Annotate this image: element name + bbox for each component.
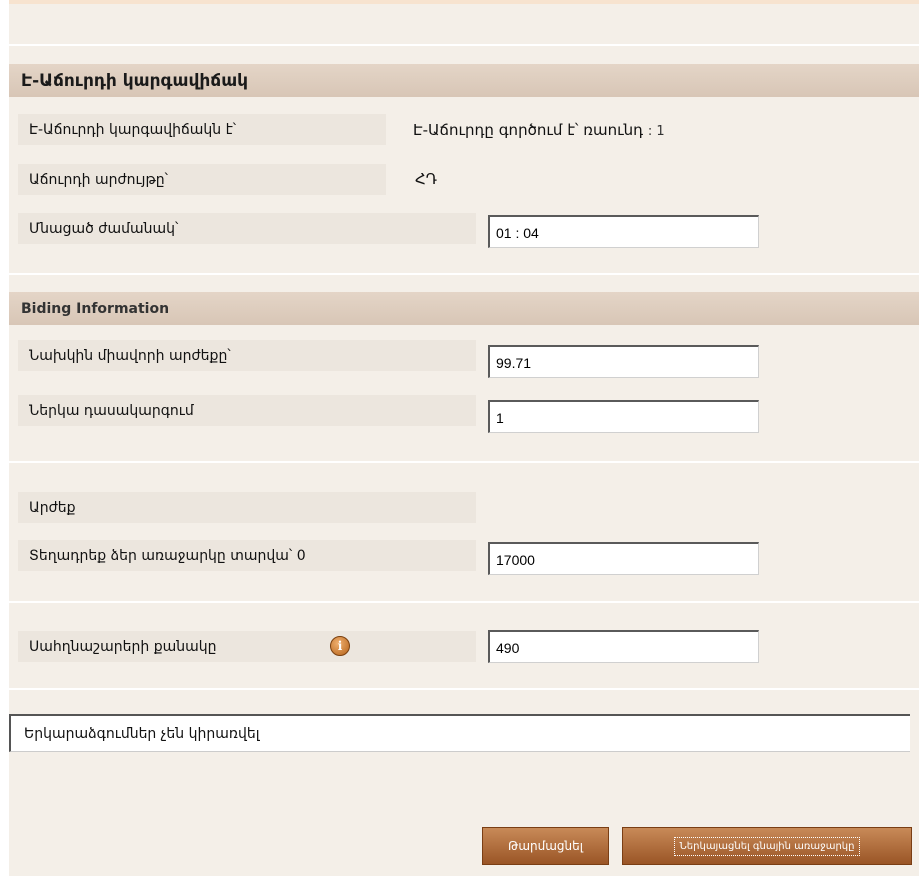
prev-unit-price-label: Նախկին միավորի արժեքը՝: [18, 340, 476, 371]
current-rank-field: 1: [488, 400, 759, 433]
round-number: : 1: [647, 124, 665, 139]
status-label: Է-Աճուրդի կարգավիճակն է՝: [18, 114, 386, 145]
time-left-field: 01 : 04: [488, 215, 759, 248]
divider: [9, 44, 919, 46]
auction-status-header: Է-Աճուրդի կարգավիճակ: [9, 64, 919, 97]
offer-input[interactable]: 17000: [488, 542, 759, 575]
divider: [9, 461, 919, 463]
refresh-button[interactable]: Թարմացնել: [482, 827, 609, 865]
current-rank-label: Ներկա դասակարգում: [18, 395, 476, 426]
divider: [9, 273, 919, 275]
top-strip: [9, 0, 919, 4]
extension-notice: Երկարաձգումներ չեն կիրառվել: [9, 714, 910, 752]
divider: [9, 601, 919, 603]
quantity-label: Սահղնաշարերի քանակը: [18, 631, 476, 662]
quantity-field: 490: [488, 630, 759, 663]
status-value: Է-Աճուրդը գործում է՝ ռաունդ : 1: [413, 121, 665, 139]
info-icon[interactable]: i: [330, 636, 350, 656]
status-text: Է-Աճուրդը գործում է՝ ռաունդ: [413, 121, 644, 139]
divider: [9, 688, 919, 690]
value-section-label: Արժեք: [18, 492, 476, 523]
prev-unit-price-field: 99.71: [488, 345, 759, 378]
submit-offer-button[interactable]: Ներկայացնել գնային առաջարկը: [622, 827, 912, 865]
time-left-label: Մնացած ժամանակ՝: [18, 213, 476, 244]
submit-offer-label: Ներկայացնել գնային առաջարկը: [673, 836, 861, 856]
currency-value: ՀԴ: [415, 170, 438, 188]
enter-offer-label: Տեղադրեք ձեր առաջարկը տարվա՝ 0: [18, 540, 476, 571]
currency-label: Աճուրդի արժույթը՝: [18, 164, 386, 195]
bidding-info-header: Biding Information: [9, 292, 919, 325]
